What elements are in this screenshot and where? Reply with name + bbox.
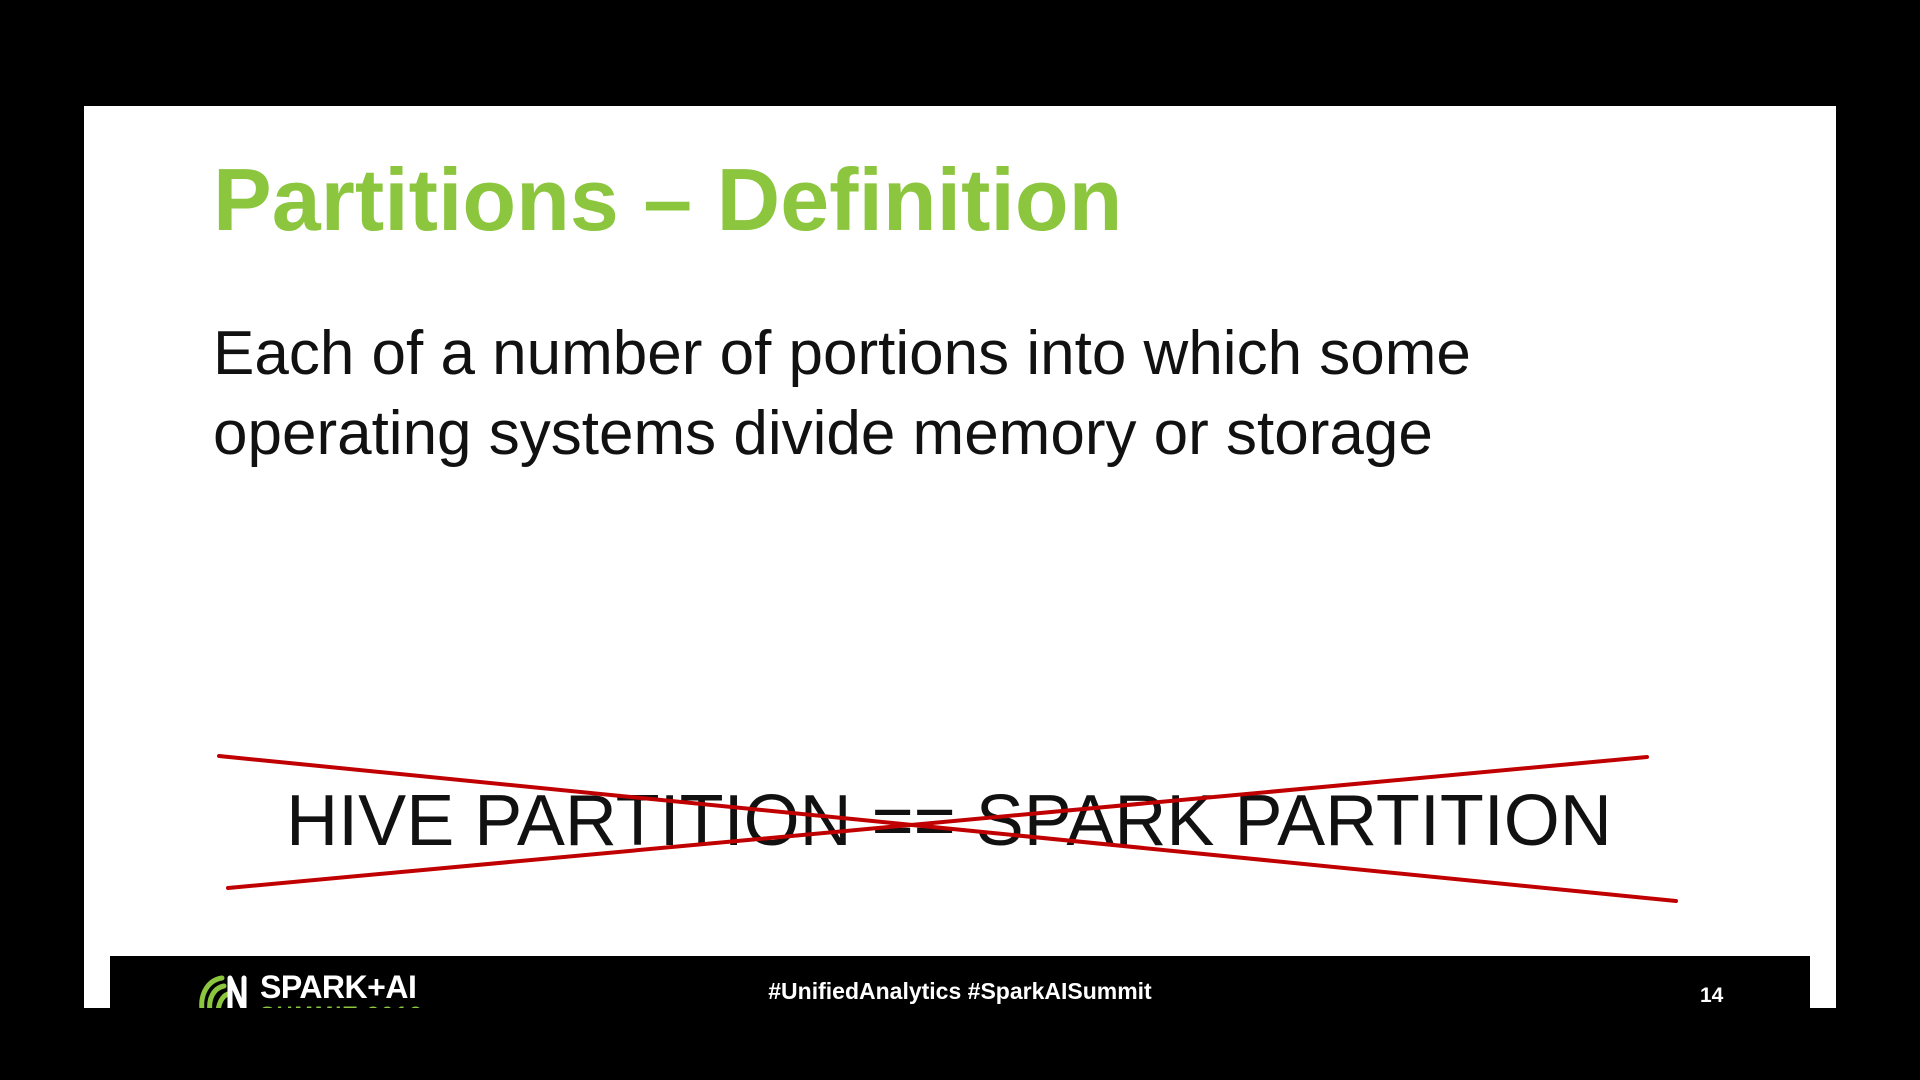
- definition-line-2: operating systems divide memory or stora…: [213, 399, 1433, 468]
- cross-out-mark: [217, 754, 1678, 903]
- footer-hashtags: #UnifiedAnalytics #SparkAISummit: [768, 978, 1152, 1004]
- slide-title: Partitions – Definition: [213, 150, 1123, 249]
- definition-line-1: Each of a number of portions into which …: [213, 319, 1471, 388]
- crossed-out-statement: HIVE PARTITION == SPARK PARTITION: [214, 731, 1684, 911]
- video-frame: Partitions – Definition Each of a number…: [0, 0, 1920, 1080]
- cross-line-1: [217, 754, 1678, 903]
- definition-text: Each of a number of portions into which …: [213, 314, 1713, 474]
- presentation-slide: Partitions – Definition Each of a number…: [84, 106, 1836, 1008]
- slide-page-number: 14: [1700, 984, 1724, 1007]
- letterbox-bottom-bar: [0, 1008, 1920, 1080]
